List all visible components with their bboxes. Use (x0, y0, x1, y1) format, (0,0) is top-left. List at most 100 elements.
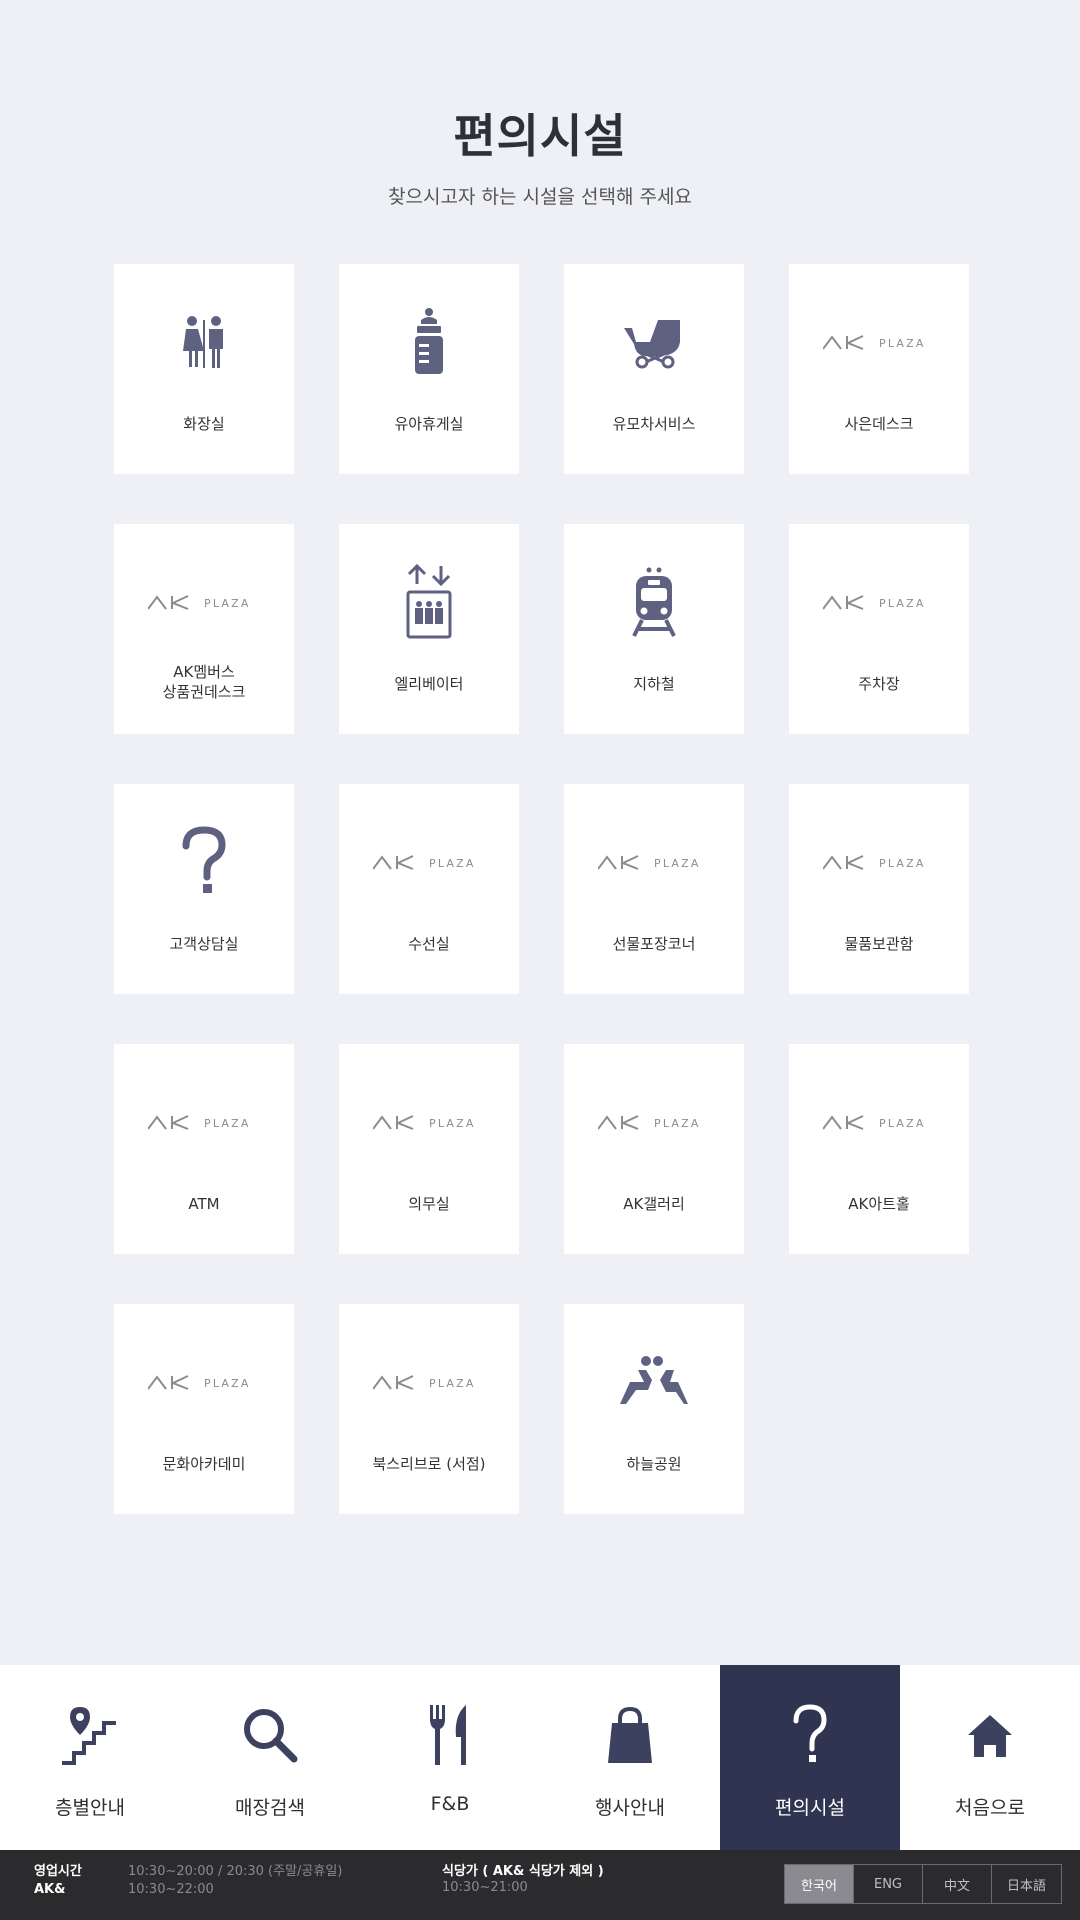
nav-label: 편의시설 (775, 1797, 845, 1819)
facility-label: 주차장 (858, 675, 900, 693)
floor-stairs-icon (60, 1703, 120, 1767)
svg-text:PLAZA: PLAZA (654, 1117, 701, 1130)
food-court-hours: 10:30~21:00 (442, 1880, 528, 1895)
hours-label: 영업시간 (34, 1864, 82, 1879)
facility-card[interactable]: PLAZA 물품보관함 (789, 784, 969, 994)
fork-knife-icon (428, 1703, 472, 1767)
rooftop-park-icon (564, 1342, 744, 1422)
bottom-navigation: 층별안내 매장검색 F&B 행사안내 편의시설 처음으로 (0, 1665, 1080, 1850)
facility-label: ATM (188, 1195, 220, 1213)
language-selector: 한국어 ENG 中文 日本語 (784, 1864, 1062, 1904)
facility-card[interactable]: PLAZA 선물포장코너 (564, 784, 744, 994)
svg-text:PLAZA: PLAZA (429, 857, 476, 870)
food-court-label: 식당가 ( AK& 식당가 제외 ) (442, 1864, 604, 1879)
page-subtitle: 찾으시고자 하는 시설을 선택해 주세요 (388, 186, 692, 208)
facility-card[interactable]: 고객상담실 (114, 784, 294, 994)
stroller-icon (564, 302, 744, 382)
facility-label: 유모차서비스 (612, 415, 696, 433)
facility-label: AK갤러리 (623, 1195, 685, 1213)
facility-label: 수선실 (408, 935, 450, 953)
question-icon (790, 1703, 830, 1767)
nav-item[interactable]: 매장검색 (180, 1665, 360, 1850)
hours-value: 10:30~20:00 / 20:30 (주말/공휴일) (128, 1864, 343, 1879)
nav-item[interactable]: F&B (360, 1665, 540, 1850)
ak-plaza-logo: PLAZA (564, 1082, 744, 1162)
nav-item[interactable]: 층별안내 (0, 1665, 180, 1850)
baby-bottle-icon (339, 302, 519, 382)
elevator-icon (339, 562, 519, 642)
language-button[interactable]: 日本語 (992, 1865, 1061, 1903)
svg-text:PLAZA: PLAZA (879, 857, 926, 870)
facility-card[interactable]: PLAZA 문화아카데미 (114, 1304, 294, 1514)
facility-label: 선물포장코너 (612, 935, 696, 953)
svg-text:PLAZA: PLAZA (879, 597, 926, 610)
facility-card[interactable]: PLAZA ATM (114, 1044, 294, 1254)
ak-plaza-logo: PLAZA (114, 1082, 294, 1162)
shopping-bag-icon (606, 1703, 654, 1767)
facility-label: 유아휴게실 (394, 415, 464, 433)
nav-item[interactable]: 편의시설 (720, 1665, 900, 1850)
ak-plaza-logo: PLAZA (339, 1082, 519, 1162)
search-icon (242, 1703, 298, 1767)
facility-card[interactable]: 엘리베이터 (339, 524, 519, 734)
facility-card[interactable]: 화장실 (114, 264, 294, 474)
facility-card[interactable]: PLAZA 주차장 (789, 524, 969, 734)
nav-label: 층별안내 (55, 1797, 125, 1819)
ak-plaza-logo: PLAZA (789, 562, 969, 642)
svg-text:PLAZA: PLAZA (654, 857, 701, 870)
facility-label: 지하철 (633, 675, 675, 693)
facility-card[interactable]: PLAZA AK갤러리 (564, 1044, 744, 1254)
facility-label: AK아트홀 (848, 1195, 910, 1213)
language-button[interactable]: 한국어 (785, 1865, 854, 1903)
page-header: 편의시설 찾으시고자 하는 시설을 선택해 주세요 (0, 100, 1080, 209)
ak-plaza-logo: PLAZA (114, 562, 294, 642)
facility-card[interactable]: PLAZA AK아트홀 (789, 1044, 969, 1254)
facility-label: 하늘공원 (626, 1455, 682, 1473)
facility-card[interactable]: PLAZA 의무실 (339, 1044, 519, 1254)
facility-card[interactable]: PLAZA 사은데스크 (789, 264, 969, 474)
home-icon (966, 1703, 1014, 1767)
facility-label: 고객상담실 (169, 935, 239, 953)
facility-card[interactable]: 하늘공원 (564, 1304, 744, 1514)
ak-plaza-logo: PLAZA (114, 1342, 294, 1422)
facility-card[interactable]: 지하철 (564, 524, 744, 734)
facility-label: AK멤버스 상품권데스크 (162, 663, 246, 701)
nav-label: 매장검색 (235, 1797, 305, 1819)
svg-text:PLAZA: PLAZA (879, 337, 926, 350)
svg-text:PLAZA: PLAZA (204, 1117, 251, 1130)
page-title: 편의시설 (453, 109, 627, 163)
ak-plaza-logo: PLAZA (789, 822, 969, 902)
svg-text:PLAZA: PLAZA (204, 597, 251, 610)
subway-icon (564, 562, 744, 642)
facility-label: 사은데스크 (844, 415, 914, 433)
ak-plaza-logo: PLAZA (789, 1082, 969, 1162)
facility-card[interactable]: 유아휴게실 (339, 264, 519, 474)
nav-item[interactable]: 행사안내 (540, 1665, 720, 1850)
nav-label: F&B (430, 1793, 470, 1815)
svg-text:PLAZA: PLAZA (429, 1117, 476, 1130)
ak-plaza-logo: PLAZA (564, 822, 744, 902)
ak-and-hours: 10:30~22:00 (128, 1882, 214, 1897)
ak-and-label: AK& (34, 1882, 66, 1897)
facility-label: 북스리브로 (서점) (372, 1455, 486, 1473)
facility-label: 엘리베이터 (394, 675, 464, 693)
nav-label: 처음으로 (955, 1797, 1025, 1819)
language-button[interactable]: ENG (854, 1865, 923, 1903)
restroom-icon (114, 302, 294, 382)
facility-card[interactable]: PLAZA 수선실 (339, 784, 519, 994)
nav-item[interactable]: 처음으로 (900, 1665, 1080, 1850)
facility-label: 의무실 (408, 1195, 450, 1213)
facility-label: 물품보관함 (844, 935, 914, 953)
facility-card[interactable]: 유모차서비스 (564, 264, 744, 474)
nav-label: 행사안내 (595, 1797, 665, 1819)
language-button[interactable]: 中文 (923, 1865, 992, 1903)
svg-text:PLAZA: PLAZA (204, 1377, 251, 1390)
facility-label: 화장실 (183, 415, 225, 433)
ak-plaza-logo: PLAZA (789, 302, 969, 382)
facility-label: 문화아카데미 (162, 1455, 246, 1473)
question-icon (114, 822, 294, 902)
facility-card[interactable]: PLAZA 북스리브로 (서점) (339, 1304, 519, 1514)
svg-text:PLAZA: PLAZA (879, 1117, 926, 1130)
facility-card[interactable]: PLAZA AK멤버스 상품권데스크 (114, 524, 294, 734)
footer-info-bar: 영업시간 10:30~20:00 / 20:30 (주말/공휴일) AK& 10… (0, 1850, 1080, 1920)
